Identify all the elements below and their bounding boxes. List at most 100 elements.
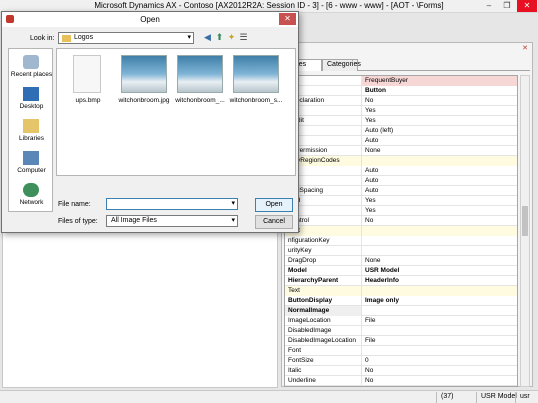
property-value[interactable]: USR Model: [362, 266, 517, 276]
property-key: DisabledImageLocation: [285, 336, 362, 346]
place-desktop[interactable]: Desktop: [9, 85, 54, 115]
property-value[interactable]: [362, 246, 517, 256]
property-value[interactable]: Image only: [362, 296, 517, 306]
computer-icon: [23, 151, 39, 165]
property-value[interactable]: Yes: [362, 116, 517, 126]
property-row[interactable]: me FrequentBuyer: [285, 76, 517, 86]
property-value[interactable]: Auto: [362, 176, 517, 186]
property-row[interactable]: Italic No: [285, 366, 517, 376]
property-row[interactable]: HierarchyParent HeaderInfo: [285, 276, 517, 286]
property-row[interactable]: FontSize 0: [285, 356, 517, 366]
chevron-down-icon[interactable]: ▾: [187, 33, 191, 41]
property-value[interactable]: HeaderInfo: [362, 276, 517, 286]
place-computer[interactable]: Computer: [9, 149, 54, 179]
property-row[interactable]: urityRegionCodes: [285, 156, 517, 166]
property-value[interactable]: Yes: [362, 196, 517, 206]
file-item[interactable]: witchonbroom_s...: [229, 55, 283, 115]
property-value[interactable]: No: [362, 376, 517, 386]
property-value[interactable]: Yes: [362, 206, 517, 216]
property-row[interactable]: Text: [285, 286, 517, 296]
up-folder-icon[interactable]: ⬆: [214, 32, 225, 43]
property-value[interactable]: [362, 306, 517, 316]
files-of-type-value: All Image Files: [111, 217, 157, 224]
property-value[interactable]: No: [362, 366, 517, 376]
property-row[interactable]: urityKey: [285, 246, 517, 256]
scrollbar-thumb[interactable]: [522, 206, 528, 236]
property-value[interactable]: [362, 326, 517, 336]
property-row[interactable]: th Auto: [285, 166, 517, 176]
property-value[interactable]: Auto: [362, 136, 517, 146]
look-in-combobox[interactable]: Logos ▾: [58, 32, 194, 44]
place-libraries[interactable]: Libraries: [9, 117, 54, 147]
property-value[interactable]: Auto: [362, 166, 517, 176]
property-key: Font: [285, 346, 362, 356]
properties-scrollbar[interactable]: [520, 75, 530, 387]
property-row[interactable]: Model USR Model: [285, 266, 517, 276]
property-value[interactable]: [362, 236, 517, 246]
files-of-type-select[interactable]: All Image Files ▾: [106, 215, 238, 227]
property-value[interactable]: No: [362, 96, 517, 106]
place-network[interactable]: Network: [9, 181, 54, 211]
status-separator: [476, 392, 477, 403]
file-item[interactable]: witchonbroom_...: [173, 55, 227, 115]
property-row[interactable]: ButtonDisplay Image only: [285, 296, 517, 306]
property-value[interactable]: [362, 346, 517, 356]
cancel-button[interactable]: Cancel: [255, 215, 293, 229]
properties-close-button[interactable]: ✕: [522, 44, 528, 52]
minimize-button[interactable]: –: [482, 0, 496, 12]
file-item[interactable]: ups.bmp: [61, 55, 115, 115]
property-key: nfigurationKey: [285, 236, 362, 246]
property-row[interactable]: e Button: [285, 86, 517, 96]
property-value[interactable]: No: [362, 216, 517, 226]
property-row[interactable]: ImageLocation File: [285, 316, 517, 326]
property-value[interactable]: 0: [362, 356, 517, 366]
chevron-down-icon[interactable]: ▾: [231, 199, 235, 207]
property-row[interactable]: Auto (left): [285, 126, 517, 136]
property-row[interactable]: edPermission None: [285, 146, 517, 156]
property-value[interactable]: FrequentBuyer: [362, 76, 517, 86]
tab-categories[interactable]: Categories: [322, 59, 361, 71]
property-row[interactable]: nfigurationKey: [285, 236, 517, 246]
dialog-close-button[interactable]: ✕: [279, 13, 296, 25]
property-value[interactable]: [362, 226, 517, 236]
property-value[interactable]: Button: [362, 86, 517, 96]
property-value[interactable]: [362, 156, 517, 166]
restore-button[interactable]: ❐: [500, 0, 514, 12]
property-row[interactable]: NormalImage: [285, 306, 517, 316]
status-layer: USR Model: [481, 393, 517, 400]
property-value[interactable]: None: [362, 146, 517, 156]
back-icon[interactable]: ◀: [202, 32, 213, 43]
property-value[interactable]: None: [362, 256, 517, 266]
file-name-input[interactable]: ▾: [106, 198, 238, 210]
property-row[interactable]: Yes: [285, 206, 517, 216]
close-button[interactable]: ✕: [517, 0, 537, 12]
property-row[interactable]: bled Yes: [285, 196, 517, 206]
property-key: Italic: [285, 366, 362, 376]
property-row[interactable]: Font: [285, 346, 517, 356]
property-row[interactable]: DragDrop None: [285, 256, 517, 266]
new-folder-icon[interactable]: ✦: [226, 32, 237, 43]
property-row[interactable]: DisabledImage: [285, 326, 517, 336]
property-value[interactable]: Auto (left): [362, 126, 517, 136]
property-row[interactable]: wEdit Yes: [285, 116, 517, 126]
file-item[interactable]: witchonbroom.jpg: [117, 55, 171, 115]
property-row[interactable]: Text: [285, 226, 517, 236]
property-row[interactable]: ticalSpacing Auto: [285, 186, 517, 196]
property-row[interactable]: sDeclaration No: [285, 96, 517, 106]
property-value[interactable]: File: [362, 316, 517, 326]
property-row[interactable]: Underline No: [285, 376, 517, 386]
place-recent-places[interactable]: Recent places: [9, 53, 54, 83]
property-row[interactable]: Auto: [285, 136, 517, 146]
property-value[interactable]: Yes: [362, 106, 517, 116]
property-row[interactable]: Control No: [285, 216, 517, 226]
views-menu-icon[interactable]: ☰: [238, 32, 249, 43]
property-row[interactable]: le Yes: [285, 106, 517, 116]
open-button[interactable]: Open: [255, 198, 293, 212]
property-value[interactable]: File: [362, 336, 517, 346]
property-value[interactable]: [362, 286, 517, 296]
chevron-down-icon[interactable]: ▾: [231, 216, 235, 224]
property-row[interactable]: DisabledImageLocation File: [285, 336, 517, 346]
property-row[interactable]: ght Auto: [285, 176, 517, 186]
property-value[interactable]: Auto: [362, 186, 517, 196]
folder-icon: [62, 35, 71, 42]
